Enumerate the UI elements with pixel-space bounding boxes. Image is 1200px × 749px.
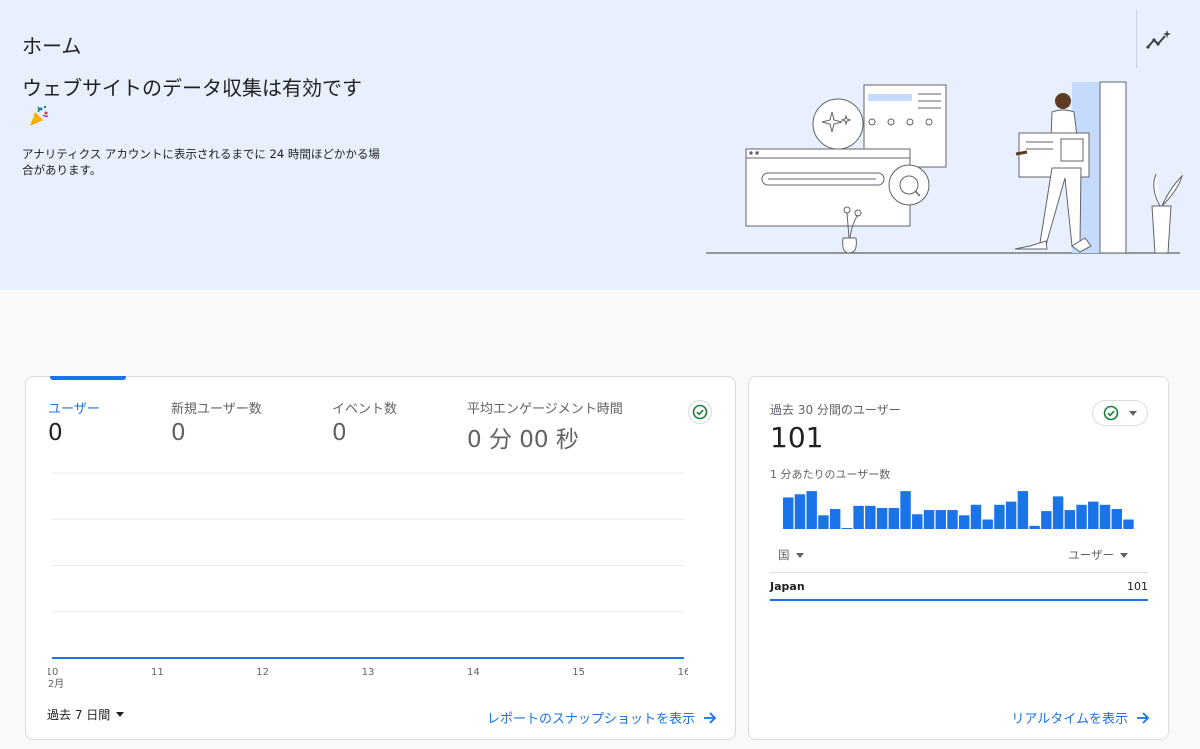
metric-tab-new-users[interactable]: 新規ユーザー数 0: [171, 398, 262, 446]
date-range-label: 過去 7 日間: [47, 708, 111, 722]
insights-sparkle-icon[interactable]: [1146, 28, 1172, 52]
check-circle-icon: [1103, 405, 1119, 421]
per-minute-bar: [794, 494, 806, 529]
per-minute-bar: [783, 497, 794, 529]
per-minute-bar: [1123, 519, 1134, 529]
arrow-right-icon: [704, 711, 717, 724]
per-minute-bar: [853, 505, 864, 529]
per-minute-bar: [876, 507, 888, 529]
collection-status-subtext: アナリティクス アカウントに表示されるまでに 24 時間ほどかかる場合があります…: [22, 147, 380, 177]
view-realtime-link[interactable]: リアルタイムを表示: [1011, 708, 1150, 727]
overview-card: ユーザー 0 新規ユーザー数 0 イベント数 0 平均エンゲージメント時間 0 …: [25, 376, 736, 740]
per-minute-bar: [947, 510, 958, 529]
per-minute-bar: [841, 527, 853, 529]
metric-tab-events[interactable]: イベント数 0: [332, 398, 397, 446]
metric-tab-engagement-time[interactable]: 平均エンゲージメント時間 0 分 00 秒: [467, 398, 623, 454]
users-per-minute-bar-chart: [783, 491, 1134, 529]
per-minute-label: 1 分あたりのユーザー数: [770, 468, 891, 481]
table-row: Japan 101: [770, 573, 1148, 601]
column-header-users: ユーザー: [1068, 548, 1114, 562]
date-range-dropdown[interactable]: 過去 7 日間: [47, 706, 125, 723]
per-minute-bar: [970, 504, 982, 529]
per-minute-bar: [935, 510, 946, 529]
per-minute-bar: [959, 515, 970, 529]
collection-status-headline: ウェブサイトのデータ収集は有効です: [22, 74, 382, 132]
per-minute-bar: [1064, 510, 1076, 529]
x-tick-label: 16: [678, 667, 688, 678]
divider: [1136, 10, 1137, 68]
view-snapshot-link[interactable]: レポートのスナップショットを表示: [487, 708, 717, 727]
x-tick-label: 11: [151, 667, 164, 678]
metric-value: 0: [332, 420, 347, 446]
per-minute-bar: [1088, 501, 1099, 529]
per-minute-bar: [806, 491, 817, 529]
metric-value: 0: [48, 420, 63, 446]
caret-down-icon: [795, 552, 804, 558]
row-share-bar: [770, 599, 1148, 601]
per-minute-bar: [1005, 501, 1017, 529]
check-circle-icon: [692, 404, 708, 420]
headline-text: ウェブサイトのデータ収集は有効です: [22, 76, 362, 100]
view-realtime-label: リアルタイムを表示: [1011, 712, 1128, 727]
page-title: ホーム: [22, 34, 82, 58]
metric-value: 0: [171, 420, 186, 446]
per-minute-bar: [1099, 504, 1111, 529]
realtime-status-dropdown[interactable]: [1092, 400, 1148, 426]
realtime-label: 過去 30 分間のユーザー: [770, 403, 901, 417]
country-dimension-dropdown[interactable]: 国: [778, 547, 804, 563]
caret-down-icon: [116, 712, 125, 717]
column-header-country: 国: [778, 548, 790, 562]
per-minute-bar: [900, 491, 911, 529]
x-tick-label: 15: [572, 667, 585, 678]
per-minute-bar: [865, 505, 876, 529]
data-quality-status-button[interactable]: [688, 400, 712, 424]
arrow-right-icon: [1137, 711, 1150, 724]
active-tab-indicator: [50, 376, 126, 380]
metric-label: 新規ユーザー数: [171, 402, 262, 417]
country-name: Japan: [770, 580, 805, 593]
users-line-chart: 10 11 12 13 14 15 16 2月: [48, 472, 688, 690]
x-tick-label: 14: [467, 667, 480, 678]
hero-banner: ホーム ウェブサイトのデータ収集は有効です アナリティクス アカウントに表示され…: [0, 0, 1200, 290]
per-minute-bar: [912, 514, 923, 529]
per-minute-bar: [829, 509, 841, 529]
per-minute-bar: [1017, 491, 1029, 529]
metric-tab-users[interactable]: ユーザー 0: [48, 398, 100, 446]
per-minute-bar: [1029, 525, 1040, 529]
hero-illustration: [706, 81, 1184, 254]
country-users: 101: [1127, 580, 1148, 593]
per-minute-bar: [923, 510, 935, 529]
x-tick-label: 10: [48, 667, 58, 678]
per-minute-bar: [888, 507, 900, 529]
per-minute-bar: [1052, 496, 1064, 529]
per-minute-bar: [1076, 504, 1087, 529]
view-snapshot-label: レポートのスナップショットを表示: [486, 712, 695, 727]
realtime-card: 過去 30 分間のユーザー 101 1 分あたりのユーザー数 国 ユーザー Ja…: [748, 376, 1169, 740]
x-tick-label: 12: [256, 667, 269, 678]
per-minute-bar: [994, 504, 1005, 529]
metric-value: 0 分 00 秒: [467, 427, 579, 453]
users-metric-dropdown[interactable]: ユーザー: [1068, 547, 1128, 563]
per-minute-bar: [1111, 509, 1122, 529]
x-month-label: 2月: [48, 678, 64, 690]
per-minute-bar: [982, 519, 993, 529]
caret-down-icon: [1129, 410, 1137, 416]
realtime-user-count: 101: [770, 421, 824, 454]
per-minute-bar: [818, 515, 829, 529]
metric-label: ユーザー: [48, 402, 100, 417]
metric-label: 平均エンゲージメント時間: [467, 402, 623, 417]
per-minute-bar: [1041, 511, 1052, 529]
metric-label: イベント数: [332, 402, 398, 417]
party-popper-icon: [30, 106, 49, 126]
caret-down-icon: [1120, 552, 1128, 558]
x-tick-label: 13: [362, 667, 375, 678]
